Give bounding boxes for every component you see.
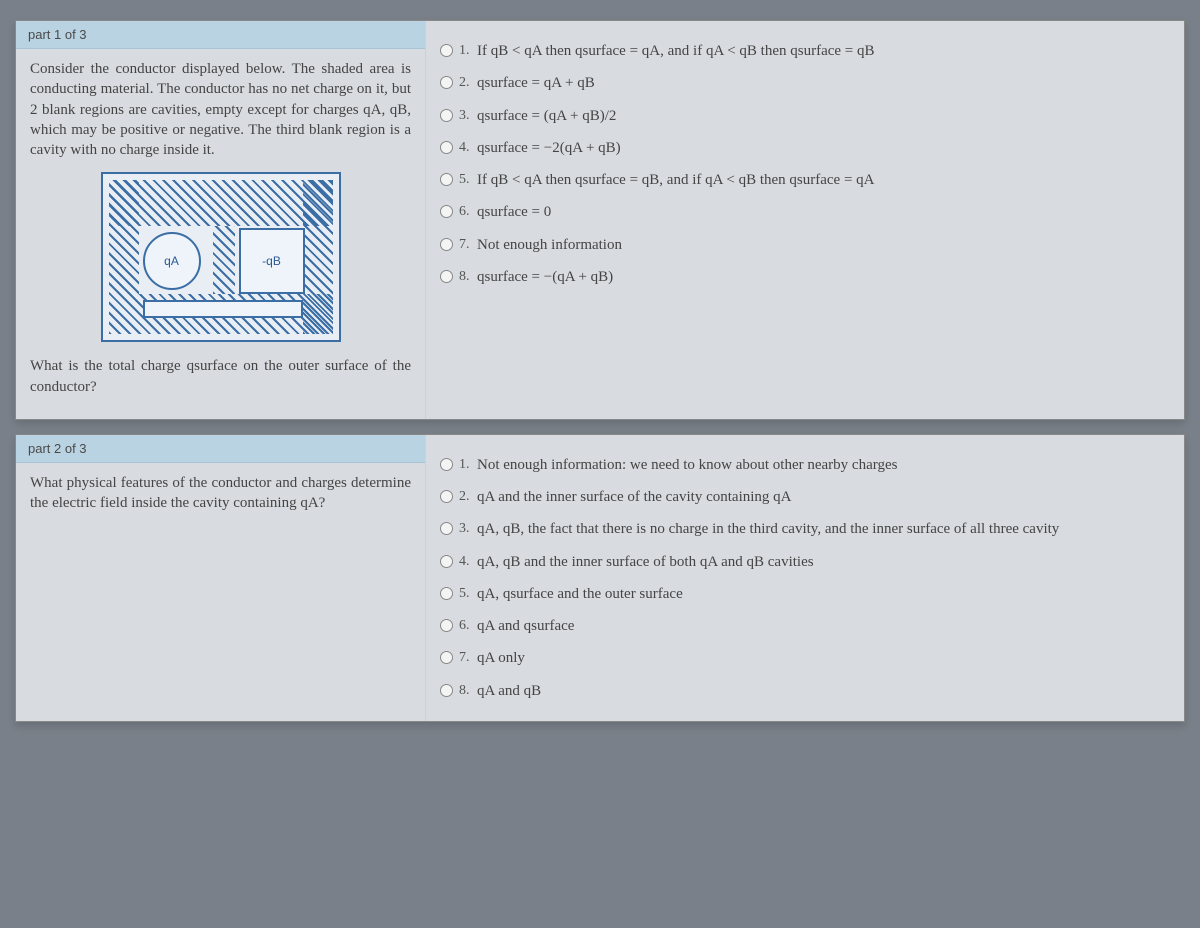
option-text: qsurface = −2(qA + qB) bbox=[477, 138, 1166, 158]
p1-option-5[interactable]: 5. If qB < qA then qsurface = qB, and if… bbox=[440, 164, 1166, 196]
part2-options: 1. Not enough information: we need to kn… bbox=[426, 435, 1184, 721]
p2-option-7[interactable]: 7. qA only bbox=[440, 642, 1166, 674]
p1-option-3[interactable]: 3. qsurface = (qA + qB)/2 bbox=[440, 100, 1166, 132]
option-text: If qB < qA then qsurface = qA, and if qA… bbox=[477, 41, 1166, 61]
p1-option-1[interactable]: 1. If qB < qA then qsurface = qA, and if… bbox=[440, 35, 1166, 67]
option-text: qsurface = qA + qB bbox=[477, 73, 1166, 93]
option-number: 6. bbox=[459, 617, 477, 636]
option-text: Not enough information bbox=[477, 235, 1166, 255]
radio-icon[interactable] bbox=[440, 490, 453, 503]
p2-option-5[interactable]: 5. qA, qsurface and the outer surface bbox=[440, 578, 1166, 610]
option-number: 2. bbox=[459, 488, 477, 507]
p2-option-4[interactable]: 4. qA, qB and the inner surface of both … bbox=[440, 546, 1166, 578]
option-number: 1. bbox=[459, 456, 477, 475]
option-text: qsurface = (qA + qB)/2 bbox=[477, 106, 1166, 126]
radio-icon[interactable] bbox=[440, 522, 453, 535]
part1-block: part 1 of 3 Consider the conductor displ… bbox=[15, 20, 1185, 420]
radio-icon[interactable] bbox=[440, 44, 453, 57]
radio-icon[interactable] bbox=[440, 173, 453, 186]
p1-option-4[interactable]: 4. qsurface = −2(qA + qB) bbox=[440, 132, 1166, 164]
p2-option-6[interactable]: 6. qA and qsurface bbox=[440, 610, 1166, 642]
option-number: 4. bbox=[459, 553, 477, 572]
option-text: qA and the inner surface of the cavity c… bbox=[477, 487, 1166, 507]
part2-question: What physical features of the conductor … bbox=[16, 463, 425, 536]
cavity-c bbox=[143, 300, 303, 318]
radio-icon[interactable] bbox=[440, 238, 453, 251]
option-number: 6. bbox=[459, 203, 477, 222]
p2-option-1[interactable]: 1. Not enough information: we need to kn… bbox=[440, 449, 1166, 481]
part1-options: 1. If qB < qA then qsurface = qA, and if… bbox=[426, 21, 1184, 419]
option-number: 8. bbox=[459, 268, 477, 287]
option-text: qsurface = 0 bbox=[477, 202, 1166, 222]
radio-icon[interactable] bbox=[440, 587, 453, 600]
option-number: 3. bbox=[459, 520, 477, 539]
p2-option-8[interactable]: 8. qA and qB bbox=[440, 675, 1166, 707]
cavity-a-label: qA bbox=[143, 232, 201, 290]
radio-icon[interactable] bbox=[440, 270, 453, 283]
cavity-b-label: -qB bbox=[239, 228, 305, 294]
option-number: 2. bbox=[459, 74, 477, 93]
option-text: qsurface = −(qA + qB) bbox=[477, 267, 1166, 287]
p2-option-3[interactable]: 3. qA, qB, the fact that there is no cha… bbox=[440, 513, 1166, 545]
option-number: 7. bbox=[459, 649, 477, 668]
option-number: 4. bbox=[459, 139, 477, 158]
part2-header: part 2 of 3 bbox=[16, 435, 425, 463]
radio-icon[interactable] bbox=[440, 555, 453, 568]
conductor-figure: qA -qB bbox=[101, 172, 341, 342]
option-number: 7. bbox=[459, 236, 477, 255]
option-number: 3. bbox=[459, 107, 477, 126]
option-text: qA, qsurface and the outer surface bbox=[477, 584, 1166, 604]
p1-option-6[interactable]: 6. qsurface = 0 bbox=[440, 196, 1166, 228]
option-text: qA, qB, the fact that there is no charge… bbox=[477, 519, 1166, 539]
part2-text: What physical features of the conductor … bbox=[30, 473, 411, 514]
option-number: 8. bbox=[459, 682, 477, 701]
radio-icon[interactable] bbox=[440, 205, 453, 218]
option-number: 5. bbox=[459, 171, 477, 190]
option-text: qA and qsurface bbox=[477, 616, 1166, 636]
option-number: 1. bbox=[459, 42, 477, 61]
radio-icon[interactable] bbox=[440, 109, 453, 122]
part1-left: part 1 of 3 Consider the conductor displ… bbox=[16, 21, 426, 419]
part1-question: Consider the conductor displayed below. … bbox=[16, 49, 425, 419]
part1-question2: What is the total charge qsurface on the… bbox=[30, 356, 411, 397]
part1-text: Consider the conductor displayed below. … bbox=[30, 59, 411, 160]
p1-option-2[interactable]: 2. qsurface = qA + qB bbox=[440, 67, 1166, 99]
option-text: qA and qB bbox=[477, 681, 1166, 701]
option-text: qA only bbox=[477, 648, 1166, 668]
p1-option-7[interactable]: 7. Not enough information bbox=[440, 229, 1166, 261]
option-text: Not enough information: we need to know … bbox=[477, 455, 1166, 475]
option-number: 5. bbox=[459, 585, 477, 604]
option-text: qA, qB and the inner surface of both qA … bbox=[477, 552, 1166, 572]
radio-icon[interactable] bbox=[440, 651, 453, 664]
p1-option-8[interactable]: 8. qsurface = −(qA + qB) bbox=[440, 261, 1166, 293]
p2-option-2[interactable]: 2. qA and the inner surface of the cavit… bbox=[440, 481, 1166, 513]
radio-icon[interactable] bbox=[440, 76, 453, 89]
radio-icon[interactable] bbox=[440, 141, 453, 154]
part1-header: part 1 of 3 bbox=[16, 21, 425, 49]
option-text: If qB < qA then qsurface = qB, and if qA… bbox=[477, 170, 1166, 190]
radio-icon[interactable] bbox=[440, 458, 453, 471]
radio-icon[interactable] bbox=[440, 619, 453, 632]
part2-left: part 2 of 3 What physical features of th… bbox=[16, 435, 426, 721]
radio-icon[interactable] bbox=[440, 684, 453, 697]
part2-block: part 2 of 3 What physical features of th… bbox=[15, 434, 1185, 722]
